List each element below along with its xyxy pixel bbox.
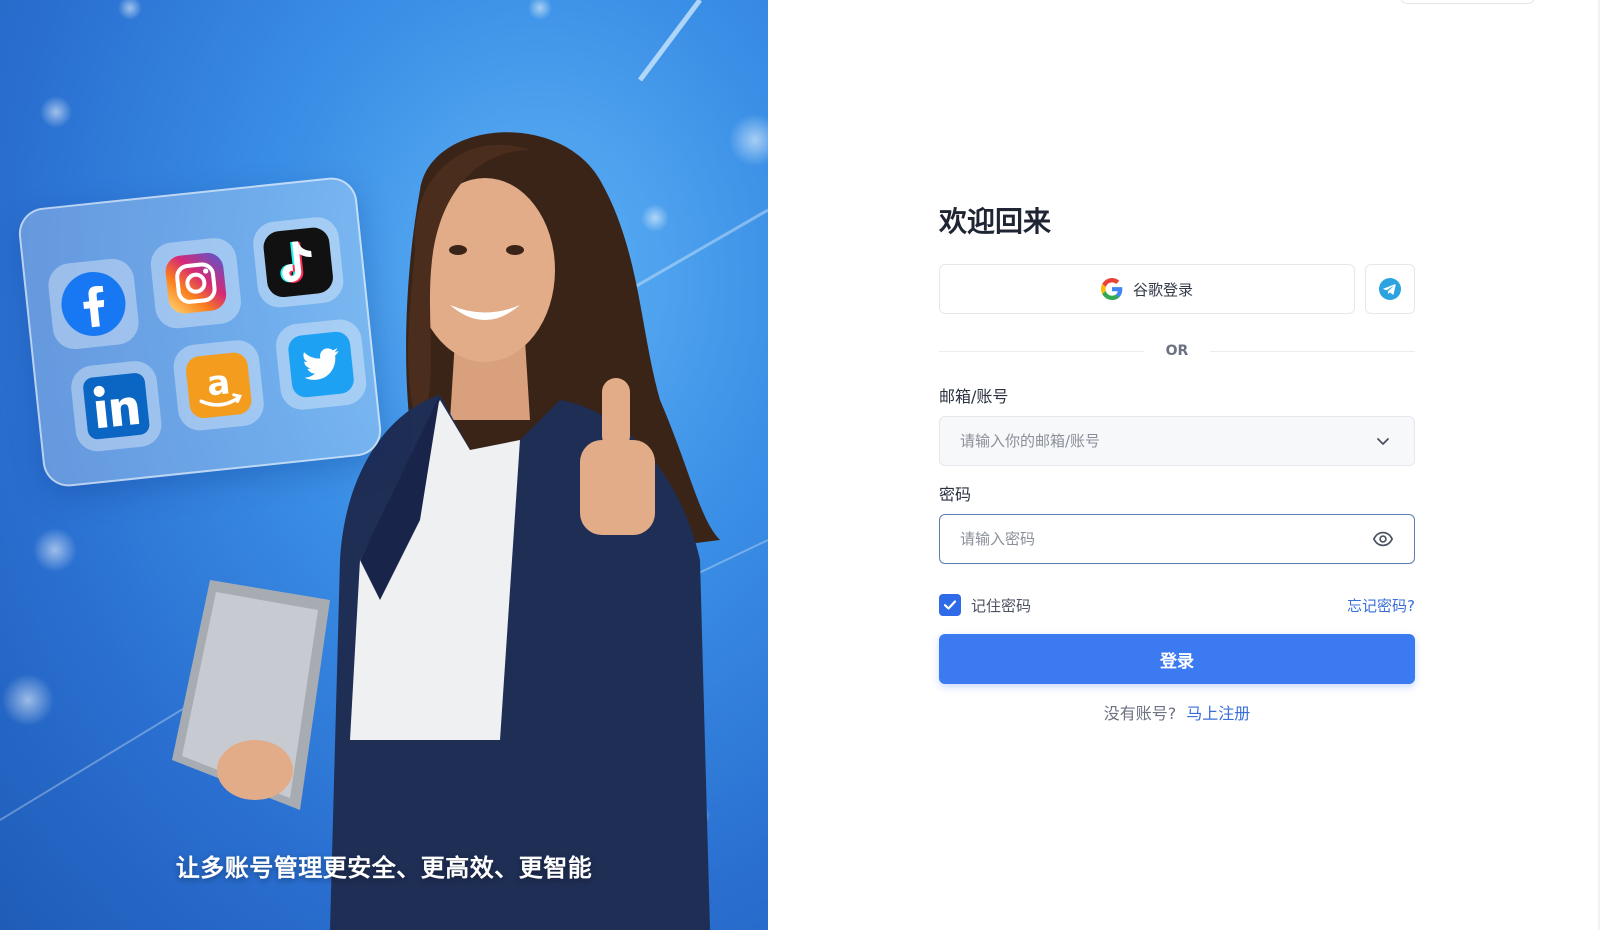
password-input[interactable] [960, 530, 1372, 548]
telegram-login-button[interactable] [1365, 264, 1415, 314]
google-login-button[interactable]: 谷歌登录 [939, 264, 1355, 314]
account-input[interactable] [960, 432, 1372, 450]
register-link[interactable]: 马上注册 [1186, 704, 1250, 723]
language-switcher[interactable] [1400, 0, 1535, 4]
tiktok-icon [250, 215, 346, 310]
login-button[interactable]: 登录 [939, 634, 1415, 684]
svg-text:a: a [205, 362, 232, 404]
login-form: 欢迎回来 谷歌登录 OR 邮箱/账号 请输入你的邮箱/账号 密码 记住密码 忘记… [939, 200, 1415, 724]
telegram-icon [1379, 278, 1401, 300]
google-icon [1100, 278, 1123, 300]
login-page: a 让多账号管理更安全、更高效、更智能 欢迎回来 谷歌登录 OR 邮箱/账号 请… [0, 0, 1600, 930]
password-field[interactable] [939, 514, 1415, 564]
google-login-label: 谷歌登录 [1132, 280, 1193, 299]
remember-password-toggle[interactable]: 记住密码 [939, 594, 1031, 616]
account-field[interactable] [939, 416, 1415, 466]
remember-label: 记住密码 [971, 596, 1032, 615]
login-options: 记住密码 忘记密码? [939, 592, 1415, 618]
instagram-icon [148, 235, 244, 331]
chevron-down-icon[interactable] [1372, 430, 1394, 452]
password-label: 密码 [939, 485, 972, 504]
forgot-password-link[interactable]: 忘记密码? [1347, 595, 1415, 616]
twitter-icon [273, 317, 369, 412]
hero-caption: 让多账号管理更安全、更高效、更智能 [175, 854, 593, 882]
facebook-icon [46, 256, 141, 352]
or-text: OR [1165, 343, 1189, 359]
account-label: 邮箱/账号 [939, 387, 1009, 406]
divider-line-right [1210, 350, 1415, 352]
oauth-row: 谷歌登录 [939, 264, 1415, 314]
register-row: 没有账号? 马上注册 [939, 700, 1415, 724]
or-divider: OR [939, 336, 1415, 366]
remember-checkbox[interactable] [939, 594, 961, 616]
eye-icon[interactable] [1372, 528, 1394, 550]
hero-panel: a 让多账号管理更安全、更高效、更智能 [0, 0, 768, 930]
divider-line-left [939, 350, 1144, 352]
no-account-text: 没有账号? [1103, 704, 1177, 723]
login-panel: 欢迎回来 谷歌登录 OR 邮箱/账号 请输入你的邮箱/账号 密码 记住密码 忘记… [768, 0, 1600, 930]
social-icons-panel: a [16, 174, 384, 490]
page-title: 欢迎回来 [939, 205, 1052, 238]
amazon-icon: a [171, 338, 266, 433]
linkedin-icon [69, 358, 164, 454]
checkmark-icon [943, 600, 957, 610]
